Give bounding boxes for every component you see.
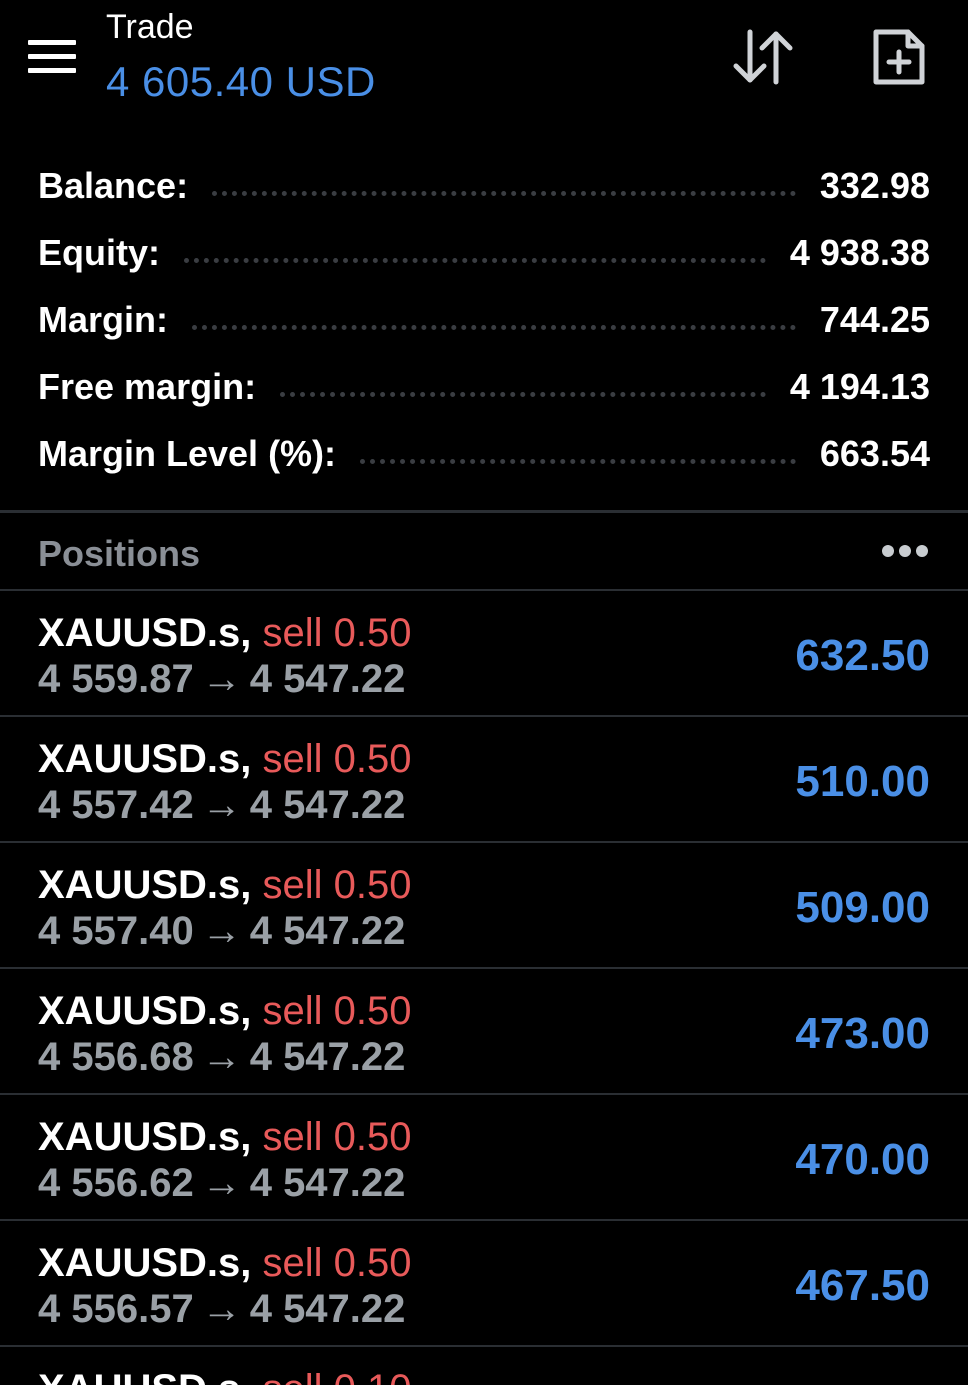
position-symbol: XAUUSD.s,: [38, 1367, 251, 1385]
open-price: 4 557.42: [38, 783, 194, 827]
position-row[interactable]: XAUUSD.s, sell 0.50 4 556.57 → 4 547.22 46…: [0, 1219, 968, 1345]
position-profit: 510.00: [795, 757, 930, 806]
position-side-volume: sell 0.50: [262, 989, 412, 1033]
position-profit: 473.00: [795, 1009, 930, 1058]
dotted-leader: [212, 190, 796, 196]
open-price: 4 557.40: [38, 909, 194, 953]
arrow-right-icon: →: [201, 1287, 242, 1331]
current-price: 4 547.22: [249, 1287, 406, 1331]
open-price: 4 556.62: [38, 1161, 194, 1205]
free-margin-label: Free margin:: [38, 366, 257, 407]
arrow-right-icon: →: [201, 909, 242, 953]
arrow-right-icon: →: [201, 657, 242, 701]
position-symbol: XAUUSD.s,: [38, 737, 252, 781]
position-symbol: XAUUSD.s,: [38, 1241, 252, 1285]
position-prices: 4 557.42 → 4 547.22: [38, 783, 405, 828]
hamburger-menu-icon[interactable]: [28, 40, 76, 74]
balance-value: 332.98: [819, 165, 930, 206]
position-prices: 4 559.87 → 4 547.22: [38, 657, 405, 702]
open-price: 4 556.68: [38, 1035, 194, 1079]
current-price: 4 547.22: [249, 909, 406, 953]
summary-row-balance: Balance: 332.98: [38, 156, 930, 216]
positions-title: Positions: [38, 533, 201, 574]
position-profit: 467.50: [795, 1261, 930, 1310]
position-side-volume: sell 0.50: [262, 1241, 412, 1285]
margin-label: Margin:: [38, 299, 168, 340]
current-price: 4 547.22: [249, 657, 406, 701]
summary-row-margin-level: Margin Level (%): 663.54: [38, 424, 930, 484]
dotted-leader: [360, 458, 796, 464]
current-price: 4 547.22: [249, 1161, 406, 1205]
top-bar: Trade 4 605.40 USD: [0, 0, 968, 130]
positions-header: Positions: [0, 513, 968, 589]
position-side-volume: sell 0.50: [262, 611, 412, 655]
dotted-leader: [192, 324, 796, 330]
position-side-volume: sell 0.10: [263, 1367, 412, 1385]
margin-value: 744.25: [819, 299, 930, 340]
arrow-right-icon: →: [201, 1161, 242, 1205]
position-row[interactable]: XAUUSD.s, sell 0.50 4 557.40 → 4 547.22 50…: [0, 841, 968, 967]
position-title: XAUUSD.s, sell 0.50: [38, 989, 412, 1034]
free-margin-value: 4 194.13: [789, 366, 930, 407]
new-document-plus-icon[interactable]: [870, 26, 928, 88]
position-title: XAUUSD.s, sell 0.50: [38, 1115, 412, 1160]
position-title: XAUUSD.s, sell 0.50: [38, 863, 412, 908]
position-title: XAUUSD.s, sell 0.10: [38, 1367, 412, 1385]
balance-label: Balance:: [38, 165, 189, 206]
position-row[interactable]: XAUUSD.s, sell 0.50 4 556.62 → 4 547.22 47…: [0, 1093, 968, 1219]
current-price: 4 547.22: [249, 783, 406, 827]
arrow-right-icon: →: [201, 783, 242, 827]
position-row[interactable]: XAUUSD.s, sell 0.50 4 557.42 → 4 547.22 51…: [0, 715, 968, 841]
open-price: 4 556.57: [38, 1287, 194, 1331]
open-price: 4 559.87: [38, 657, 194, 701]
position-title: XAUUSD.s, sell 0.50: [38, 737, 412, 782]
position-side-volume: sell 0.50: [262, 737, 412, 781]
position-row[interactable]: XAUUSD.s, sell 0.50 4 559.87 → 4 547.22 63…: [0, 589, 968, 715]
position-row[interactable]: XAUUSD.s, sell 0.50 4 556.68 → 4 547.22 47…: [0, 967, 968, 1093]
equity-value: 4 938.38: [789, 232, 930, 273]
position-prices: 4 556.57 → 4 547.22: [38, 1287, 405, 1332]
more-dots-icon[interactable]: [880, 543, 930, 559]
position-side-volume: sell 0.50: [262, 863, 412, 907]
equity-label: Equity:: [38, 232, 160, 273]
position-profit: 509.00: [795, 883, 930, 932]
position-prices: 4 556.62 → 4 547.22: [38, 1161, 405, 1206]
arrow-right-icon: →: [201, 1035, 242, 1079]
dotted-leader: [280, 391, 766, 397]
position-row-partial[interactable]: XAUUSD.s, sell 0.10: [0, 1345, 968, 1385]
position-prices: 4 556.68 → 4 547.22: [38, 1035, 405, 1080]
sort-arrows-icon[interactable]: [728, 26, 798, 88]
summary-row-margin: Margin: 744.25: [38, 290, 930, 350]
position-symbol: XAUUSD.s,: [38, 1115, 252, 1159]
position-symbol: XAUUSD.s,: [38, 989, 252, 1033]
margin-level-value: 663.54: [819, 433, 930, 474]
total-profit: 4 605.40 USD: [106, 58, 376, 105]
position-side-volume: sell 0.50: [262, 1115, 412, 1159]
position-title: XAUUSD.s, sell 0.50: [38, 1241, 412, 1286]
margin-level-label: Margin Level (%):: [38, 433, 337, 474]
position-symbol: XAUUSD.s,: [38, 863, 252, 907]
dotted-leader: [184, 257, 766, 263]
position-title: XAUUSD.s, sell 0.50: [38, 611, 412, 656]
position-prices: 4 557.40 → 4 547.22: [38, 909, 405, 954]
position-profit: 470.00: [795, 1135, 930, 1184]
position-symbol: XAUUSD.s,: [38, 611, 252, 655]
position-profit: 632.50: [795, 631, 930, 680]
summary-row-free-margin: Free margin: 4 194.13: [38, 357, 930, 417]
page-title: Trade: [106, 8, 194, 46]
current-price: 4 547.22: [249, 1035, 406, 1079]
summary-row-equity: Equity: 4 938.38: [38, 223, 930, 283]
